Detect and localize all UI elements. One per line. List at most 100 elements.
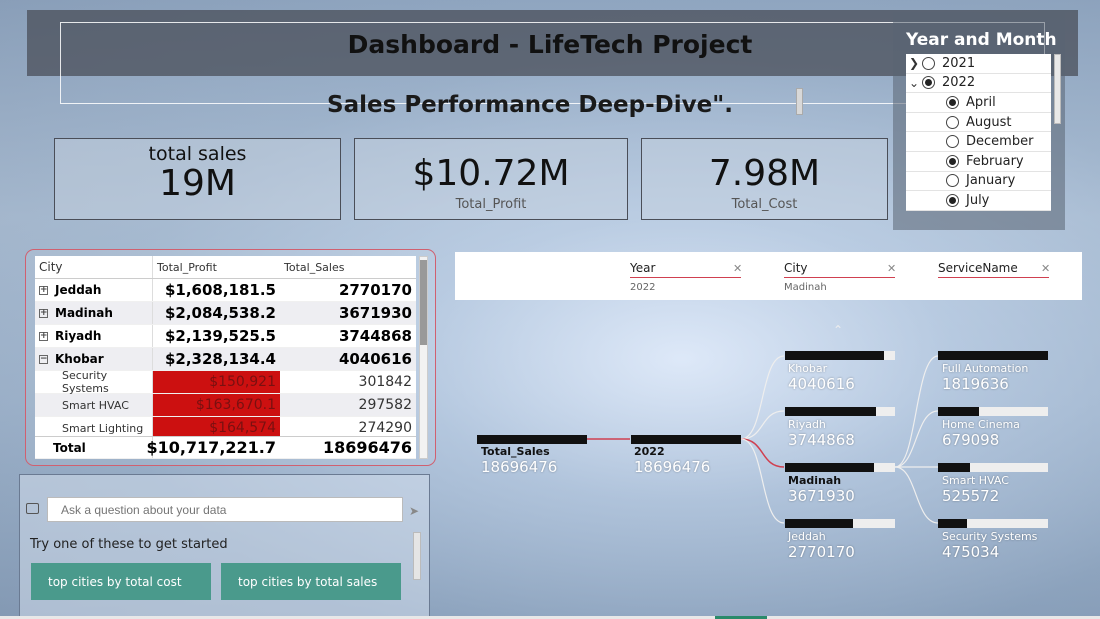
tree-node-fill	[938, 351, 1048, 360]
tree-node-bar[interactable]	[938, 407, 1048, 416]
close-icon[interactable]: ✕	[1041, 262, 1050, 275]
row-service: Smart Lighting	[62, 421, 144, 435]
qna-scrollbar[interactable]	[413, 532, 421, 580]
collapse-icon[interactable]: −	[39, 354, 48, 364]
qna-suggestion-button[interactable]: top cities by total cost	[31, 563, 211, 600]
filter-name: Year	[630, 261, 656, 275]
row-profit: $2,139,525.5	[152, 325, 280, 347]
slicer-item-label: 2022	[942, 75, 976, 91]
row-city: Khobar	[55, 352, 104, 366]
slicer-item-february[interactable]: February	[906, 152, 1051, 172]
slicer-item-august[interactable]: August	[906, 113, 1051, 133]
filter-underline	[784, 277, 895, 278]
tree-node-bar[interactable]	[938, 519, 1048, 528]
column-header-total-sales[interactable]: Total_Sales	[280, 256, 416, 278]
radio-button[interactable]	[946, 95, 959, 109]
filter-name: City	[784, 261, 808, 275]
matrix-total-row: Total $10,717,221.7 18696476	[35, 436, 416, 459]
slicer-item-april[interactable]: April	[906, 93, 1051, 113]
slicer-item-january[interactable]: January	[906, 172, 1051, 192]
slicer-item-label: August	[966, 114, 1012, 130]
row-profit: $150,921	[152, 371, 280, 393]
tree-node-bar[interactable]	[785, 407, 895, 416]
tree-node-fill	[785, 407, 877, 416]
slicer-item-2021[interactable]: ❯ 2021	[906, 54, 1051, 74]
kpi-label: total sales	[148, 143, 247, 165]
radio-button[interactable]	[946, 115, 959, 129]
matrix-row[interactable]: + Jeddah $1,608,181.5 2770170	[35, 279, 416, 302]
tree-node-fill	[477, 435, 587, 444]
radio-button[interactable]	[946, 135, 959, 149]
matrix-scrollbar-thumb[interactable]	[420, 260, 427, 345]
tree-node-fill	[938, 519, 967, 528]
tree-node-value: 2770170	[788, 543, 855, 561]
filter-year[interactable]: Year 2022 ✕	[630, 252, 742, 300]
slicer-item-label: July	[966, 192, 990, 208]
slicer-item-2022[interactable]: ⌄ 2022	[906, 74, 1051, 94]
column-header-city[interactable]: City	[35, 260, 152, 274]
filter-servicename[interactable]: ServiceName ✕	[938, 252, 1050, 300]
matrix-row[interactable]: + Madinah $2,084,538.2 3671930	[35, 302, 416, 325]
connector-madinah-home-cinema	[894, 410, 939, 468]
qna-suggestion-button[interactable]: top cities by total sales	[221, 563, 401, 600]
filter-value: 2022	[630, 282, 656, 293]
tree-node-label: Full Automation	[942, 362, 1029, 375]
kpi-label: Total_Cost	[731, 197, 798, 212]
resize-handle[interactable]	[796, 88, 803, 115]
filter-underline	[630, 277, 741, 278]
radio-button[interactable]	[922, 76, 935, 90]
tree-node-label: 2022	[634, 445, 665, 458]
tree-node-label: Total_Sales	[481, 445, 550, 458]
row-service: Smart HVAC	[62, 398, 129, 412]
close-icon[interactable]: ✕	[733, 262, 742, 275]
matrix-header-row: City Total_Profit Total_Sales	[35, 256, 416, 279]
tree-node-value: 3744868	[788, 431, 855, 449]
expand-icon[interactable]: +	[39, 285, 48, 295]
tree-node-bar[interactable]	[938, 351, 1048, 360]
tree-node-bar[interactable]	[785, 519, 895, 528]
total-sales: 18696476	[322, 438, 412, 457]
tree-node-value: 18696476	[634, 458, 711, 476]
expand-icon[interactable]: +	[39, 308, 48, 318]
close-icon[interactable]: ✕	[887, 262, 896, 275]
tree-node-label: Smart HVAC	[942, 474, 1009, 487]
row-sales: 4040616	[338, 350, 412, 368]
matrix-row[interactable]: − Khobar $2,328,134.4 4040616	[35, 348, 416, 371]
tree-node-bar[interactable]	[785, 351, 895, 360]
radio-button[interactable]	[946, 193, 959, 207]
row-sales: 297582	[358, 397, 412, 413]
slicer-item-december[interactable]: December	[906, 132, 1051, 152]
tree-node-bar-selected[interactable]	[785, 463, 895, 472]
filter-city[interactable]: City Madinah ✕	[784, 252, 896, 300]
connector-year-riyadh	[740, 410, 785, 440]
expand-icon[interactable]: +	[39, 331, 48, 341]
tree-node-bar[interactable]	[631, 435, 741, 444]
matrix-row[interactable]: + Riyadh $2,139,525.5 3744868	[35, 325, 416, 348]
connector-year-khobar	[740, 355, 785, 440]
radio-button[interactable]	[946, 154, 959, 168]
matrix-child-row[interactable]: Security Systems $150,921 301842	[35, 369, 416, 395]
decomposition-tree: Total_Sales 18696476 2022 18696476 Khoba…	[455, 300, 1082, 600]
qna-input[interactable]	[47, 497, 403, 522]
tree-node-fill	[785, 351, 884, 360]
slicer-item-label: December	[966, 134, 1034, 150]
tree-node-label: Security Systems	[942, 530, 1038, 543]
decomp-filter-bar: Year 2022 ✕ City Madinah ✕ ServiceName ✕	[455, 252, 1082, 300]
chevron-right-icon[interactable]: ❯	[906, 56, 922, 70]
column-header-total-profit[interactable]: Total_Profit	[152, 256, 280, 278]
row-service: Security Systems	[62, 369, 109, 395]
slicer-item-label: January	[966, 173, 1016, 189]
tree-node-fill	[785, 463, 875, 472]
tree-node-value: 18696476	[481, 458, 558, 476]
slicer-item-july[interactable]: July	[906, 191, 1051, 211]
matrix-child-row[interactable]: Smart HVAC $163,670.1 297582	[35, 394, 416, 417]
radio-button[interactable]	[922, 56, 935, 70]
chevron-down-icon[interactable]: ⌄	[906, 76, 922, 90]
tree-node-value: 4040616	[788, 375, 855, 393]
slicer-scrollbar[interactable]	[1054, 54, 1061, 124]
row-sales: 2770170	[338, 281, 412, 299]
tree-node-bar[interactable]	[477, 435, 587, 444]
send-icon[interactable]: ➤	[409, 504, 419, 518]
tree-node-bar[interactable]	[938, 463, 1048, 472]
radio-button[interactable]	[946, 174, 959, 188]
